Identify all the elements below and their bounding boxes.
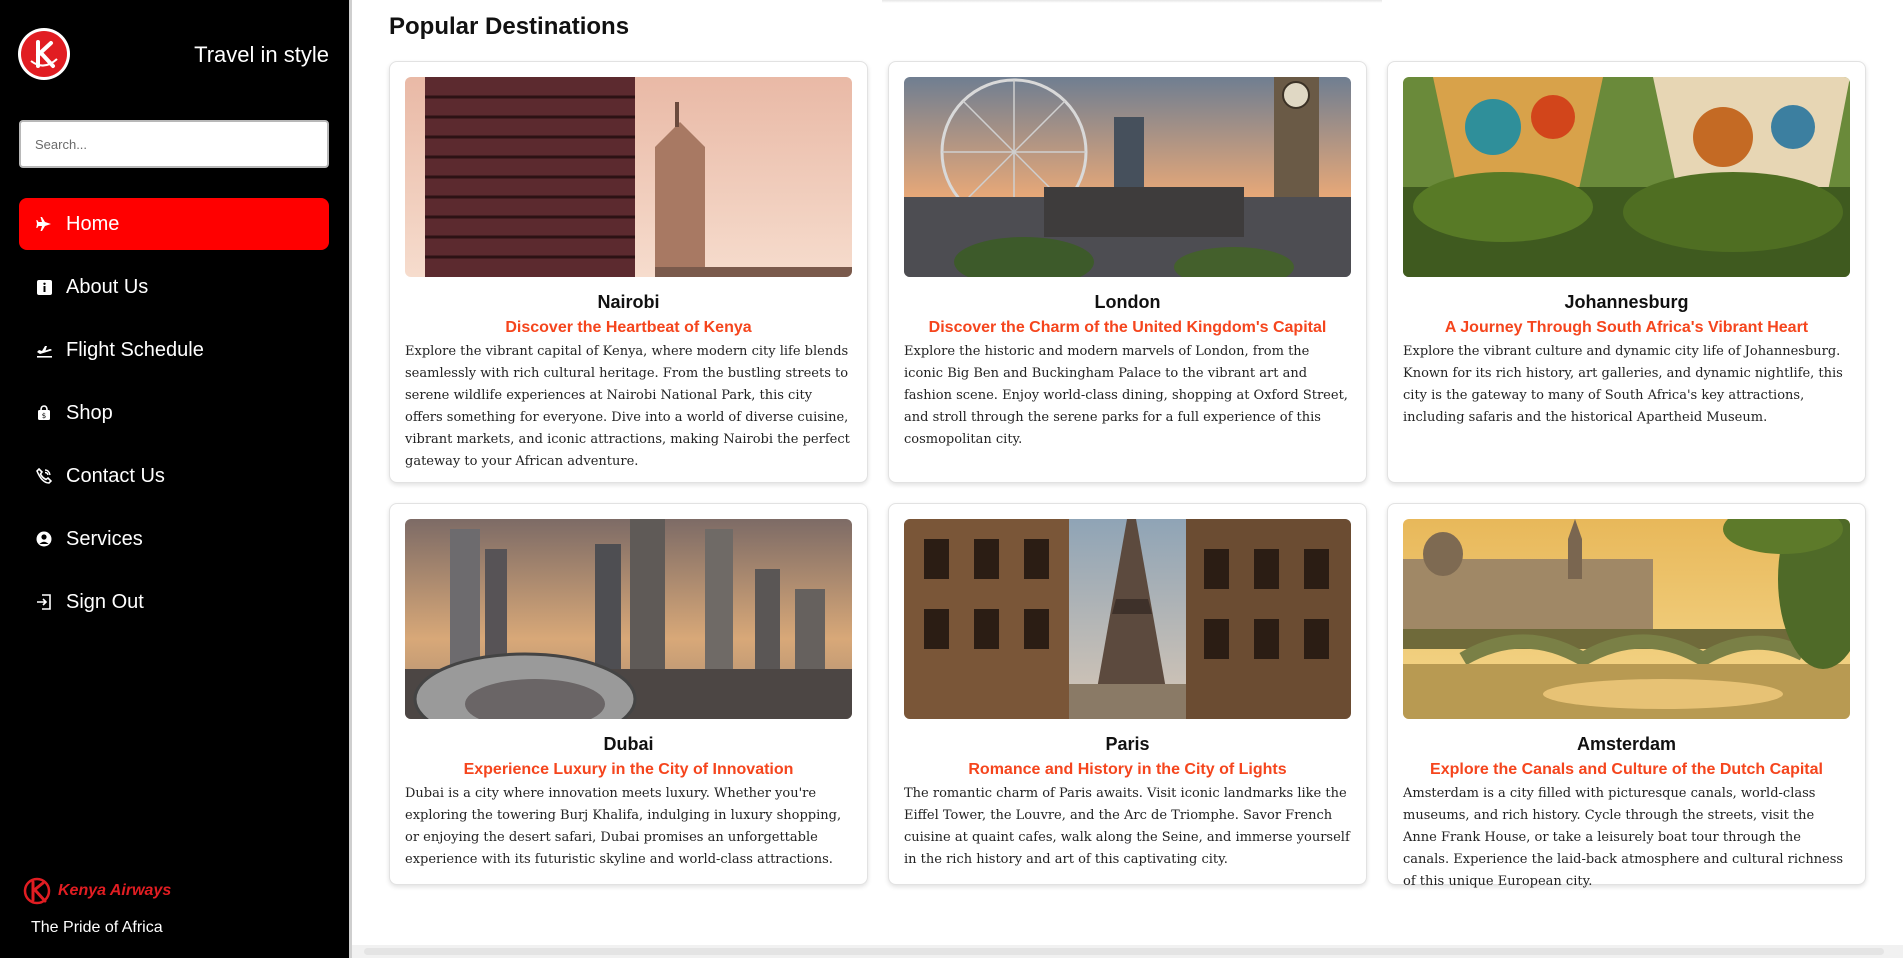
- scrollbar-thumb[interactable]: [364, 948, 1884, 955]
- phone-icon: [35, 467, 53, 485]
- destination-description: Explore the vibrant culture and dynamic …: [1403, 344, 1843, 425]
- destination-description: Amsterdam is a city filled with pictures…: [1403, 786, 1844, 889]
- destination-card-johannesburg[interactable]: Johannesburg A Journey Through South Afr…: [1387, 61, 1866, 483]
- main-content: Popular Destinations Nairobi Discover th…: [352, 0, 1903, 958]
- sidebar-item-contact-us[interactable]: Contact Us: [19, 450, 329, 502]
- sidebar-item-home[interactable]: Home: [19, 198, 329, 250]
- paris-image: [904, 519, 1351, 719]
- destination-title: Johannesburg: [1564, 292, 1689, 312]
- sidebar-item-label: About Us: [66, 275, 149, 298]
- search-input[interactable]: [19, 120, 329, 168]
- sidebar-item-label: Services: [66, 527, 143, 550]
- destination-card-paris[interactable]: Paris Romance and History in the City of…: [888, 503, 1367, 885]
- destination-description: Explore the vibrant capital of Kenya, wh…: [405, 344, 850, 469]
- destination-title: London: [1094, 292, 1161, 312]
- destinations-grid: Nairobi Discover the Heartbeat of Kenya …: [389, 61, 1867, 889]
- destination-title: Paris: [1105, 734, 1150, 754]
- johannesburg-image: [1403, 77, 1850, 277]
- shopping-bag-icon: $: [35, 404, 53, 422]
- tagline: Travel in style: [194, 42, 329, 67]
- destination-subtitle: Experience Luxury in the City of Innovat…: [463, 761, 794, 778]
- destination-subtitle: Discover the Heartbeat of Kenya: [505, 319, 752, 336]
- sidebar-item-flight-schedule[interactable]: Flight Schedule: [19, 324, 329, 376]
- kenya-airways-logo[interactable]: [18, 28, 70, 80]
- destination-title: Dubai: [603, 734, 654, 754]
- flight-departure-icon: [35, 341, 53, 359]
- destination-description: Dubai is a city where innovation meets l…: [405, 786, 842, 867]
- sign-out-icon: [35, 593, 53, 611]
- svg-text:$: $: [42, 412, 46, 420]
- destination-card-amsterdam[interactable]: Amsterdam Explore the Canals and Culture…: [1387, 503, 1866, 889]
- sidebar-item-label: Flight Schedule: [66, 338, 204, 361]
- brand-motto: The Pride of Africa: [31, 919, 163, 936]
- destination-subtitle: Explore the Canals and Culture of the Du…: [1430, 761, 1823, 778]
- amsterdam-image: [1403, 519, 1850, 719]
- brand-logo: Kenya Airways: [22, 876, 171, 906]
- sidebar-item-services[interactable]: Services: [19, 513, 329, 565]
- london-image: [904, 77, 1351, 277]
- logo-mark-icon: [21, 31, 67, 77]
- user-circle-icon: [35, 530, 53, 548]
- destination-card-dubai[interactable]: Dubai Experience Luxury in the City of I…: [389, 503, 868, 885]
- destination-title: Nairobi: [597, 292, 660, 312]
- sidebar-item-label: Home: [66, 212, 120, 235]
- sidebar-item-sign-out[interactable]: Sign Out: [19, 576, 329, 628]
- destination-description: Explore the historic and modern marvels …: [904, 344, 1348, 447]
- destination-card-nairobi[interactable]: Nairobi Discover the Heartbeat of Kenya …: [389, 61, 868, 483]
- airplane-icon: [35, 215, 53, 233]
- sidebar: Travel in style Home About Us Flight Sch…: [0, 0, 349, 958]
- horizontal-scrollbar[interactable]: [352, 945, 1903, 958]
- destination-subtitle: Romance and History in the City of Light…: [968, 761, 1287, 778]
- sidebar-item-label: Contact Us: [66, 464, 165, 487]
- dubai-image: [405, 519, 852, 719]
- brand-mark-icon: [23, 877, 51, 905]
- destination-card-london[interactable]: London Discover the Charm of the United …: [888, 61, 1367, 483]
- sidebar-item-shop[interactable]: $ Shop: [19, 387, 329, 439]
- brand-name: Kenya Airways: [58, 882, 172, 899]
- header-shadow: [882, 0, 1382, 3]
- sidebar-nav: Home About Us Flight Schedule $ Shop Con…: [19, 198, 329, 639]
- destination-description: The romantic charm of Paris awaits. Visi…: [904, 786, 1350, 867]
- page-title: Popular Destinations: [389, 13, 630, 40]
- destination-title: Amsterdam: [1576, 734, 1677, 754]
- destination-subtitle: A Journey Through South Africa's Vibrant…: [1444, 319, 1809, 336]
- sidebar-item-label: Sign Out: [66, 590, 144, 613]
- info-icon: [35, 278, 53, 296]
- sidebar-item-about-us[interactable]: About Us: [19, 261, 329, 313]
- sidebar-item-label: Shop: [66, 401, 113, 424]
- destination-subtitle: Discover the Charm of the United Kingdom…: [928, 319, 1327, 336]
- nairobi-image: [405, 77, 852, 277]
